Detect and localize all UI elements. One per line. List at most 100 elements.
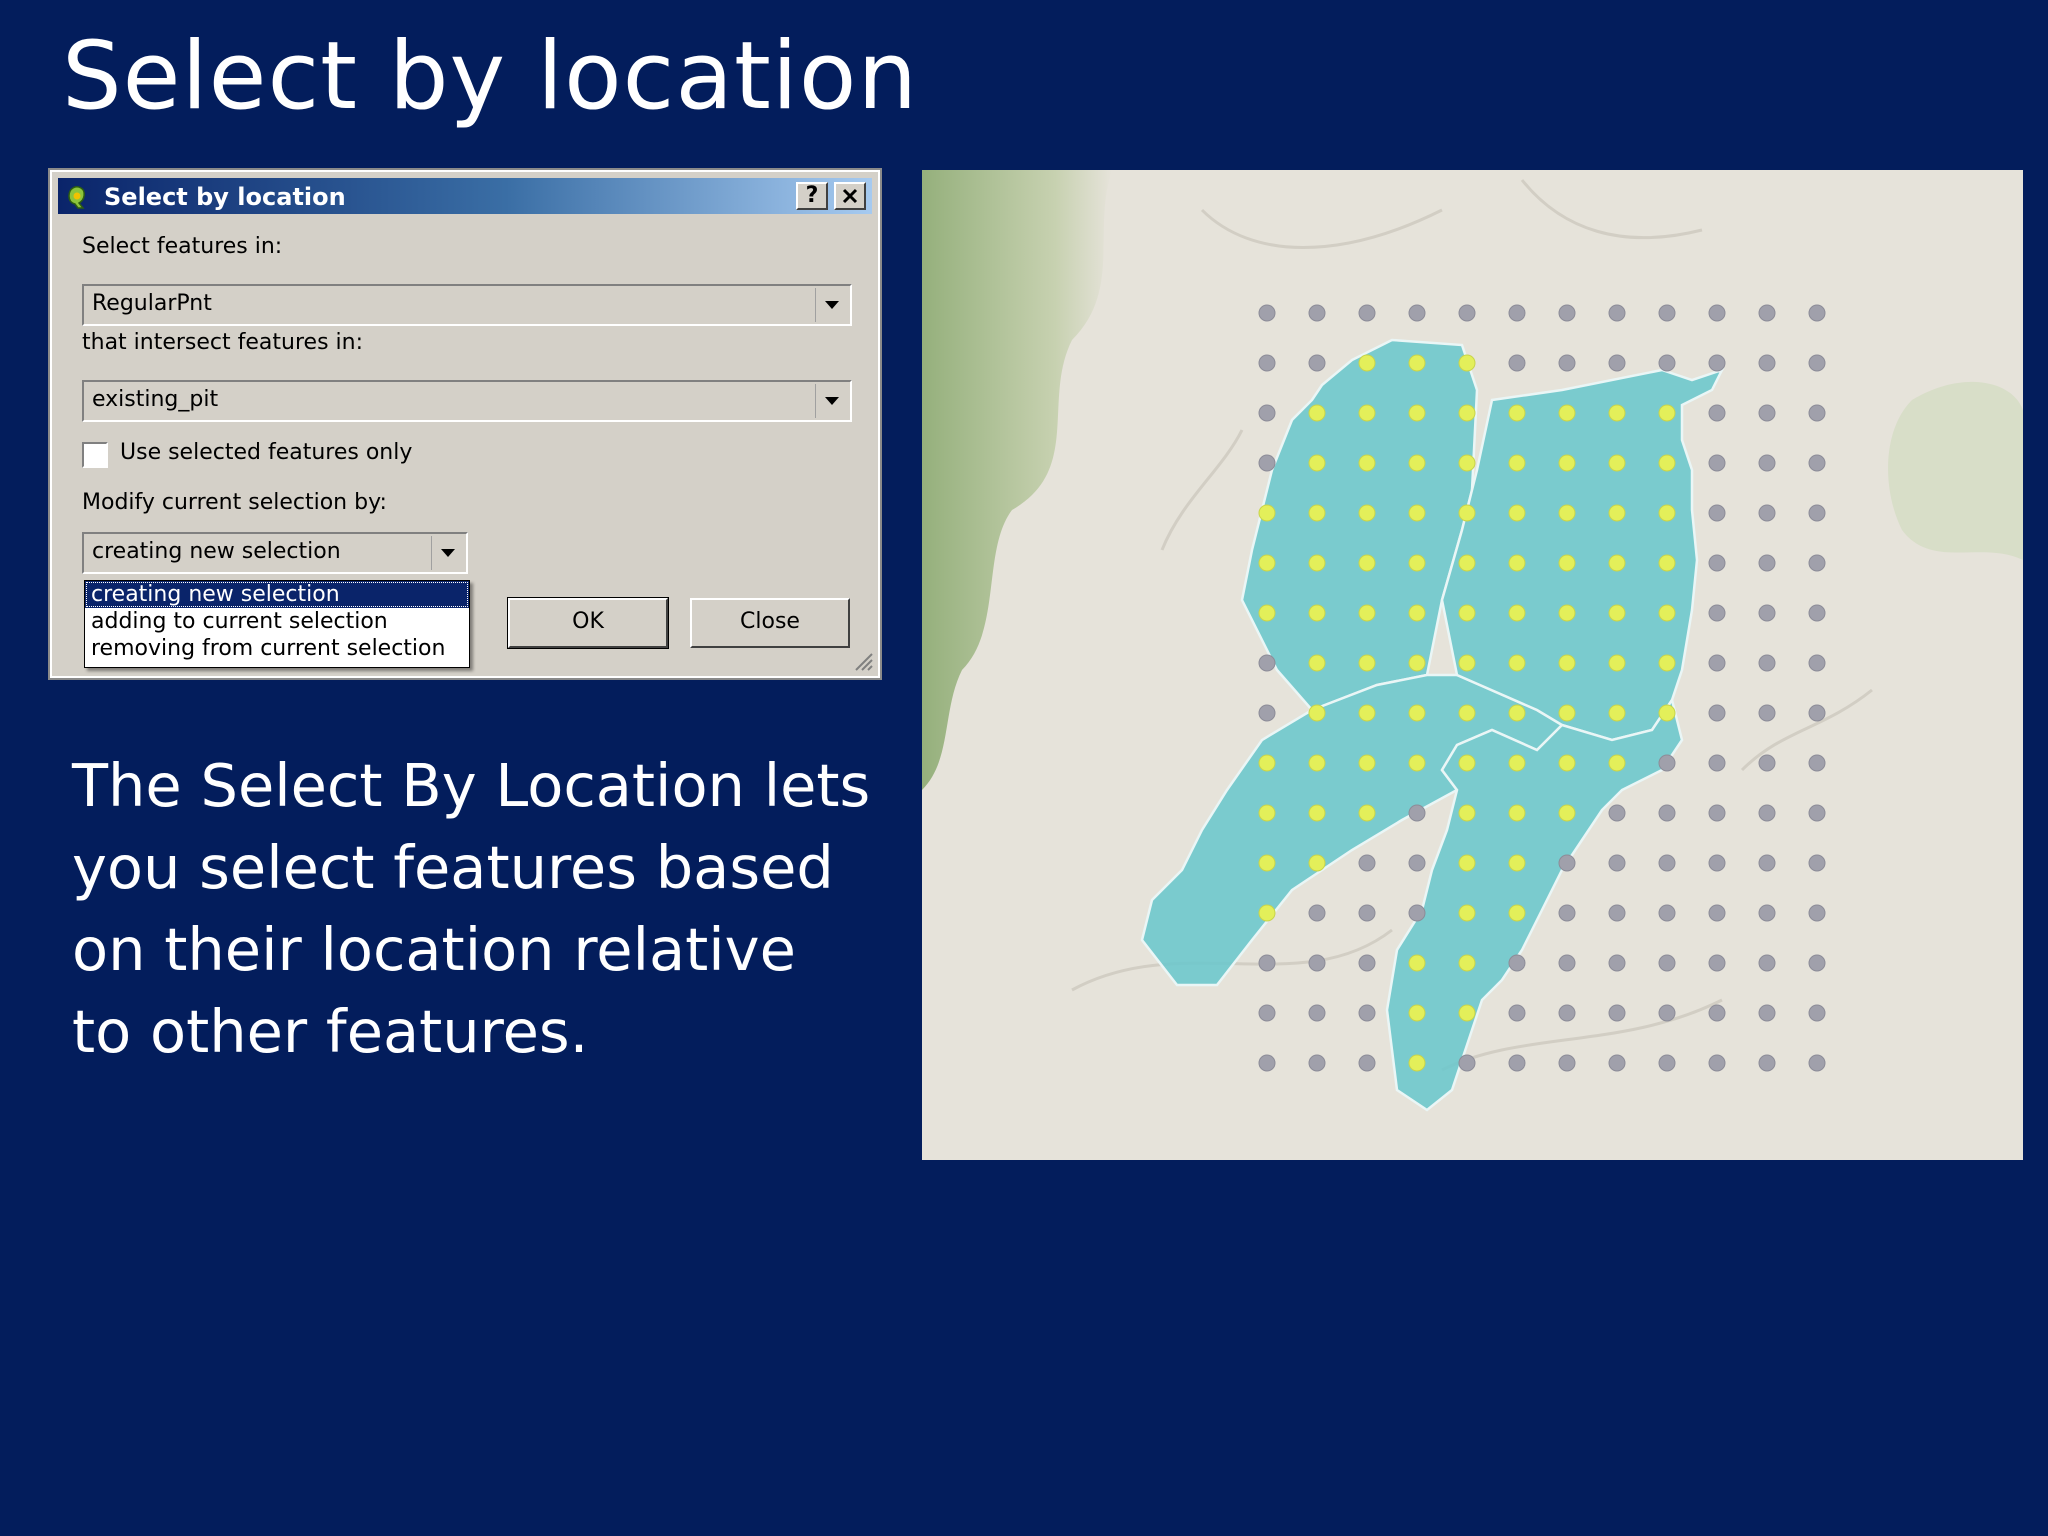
regular-point — [1508, 354, 1526, 372]
selected-point — [1258, 554, 1276, 572]
selected-point — [1508, 804, 1526, 822]
selected-point — [1308, 504, 1326, 522]
selected-point — [1508, 554, 1526, 572]
intersect-label: that intersect features in: — [82, 330, 363, 355]
close-button[interactable]: Close — [690, 598, 850, 648]
dropdown-option-add[interactable]: adding to current selection — [85, 608, 469, 635]
selected-point — [1608, 654, 1626, 672]
regular-point — [1808, 654, 1826, 672]
selected-point — [1458, 404, 1476, 422]
regular-point — [1308, 304, 1326, 322]
select-features-combo[interactable]: RegularPnt — [82, 284, 852, 326]
use-selected-label[interactable]: Use selected features only — [120, 440, 412, 465]
selected-point — [1558, 654, 1576, 672]
selected-point — [1308, 604, 1326, 622]
selected-point — [1408, 1054, 1426, 1072]
regular-point — [1558, 1054, 1576, 1072]
selected-point — [1358, 554, 1376, 572]
selected-point — [1658, 454, 1676, 472]
selected-point — [1458, 904, 1476, 922]
intersect-value: existing_pit — [92, 387, 219, 412]
selected-point — [1458, 954, 1476, 972]
regular-point — [1658, 304, 1676, 322]
selected-point — [1558, 804, 1576, 822]
regular-point — [1658, 954, 1676, 972]
regular-point — [1258, 1054, 1276, 1072]
regular-point — [1758, 504, 1776, 522]
regular-point — [1408, 804, 1426, 822]
chevron-down-icon[interactable] — [815, 288, 848, 322]
selected-point — [1258, 604, 1276, 622]
regular-point — [1358, 1054, 1376, 1072]
regular-point — [1508, 1054, 1526, 1072]
dialog-title: Select by location — [104, 183, 346, 211]
selected-point — [1458, 754, 1476, 772]
selected-point — [1508, 754, 1526, 772]
selected-point — [1308, 654, 1326, 672]
intersect-combo[interactable]: existing_pit — [82, 380, 852, 422]
selected-point — [1308, 404, 1326, 422]
regular-point — [1658, 804, 1676, 822]
regular-point — [1708, 1004, 1726, 1022]
hillshade-terrain-east — [1888, 381, 2023, 560]
ok-button[interactable]: OK — [508, 598, 668, 648]
selected-point — [1658, 604, 1676, 622]
selected-point — [1358, 404, 1376, 422]
regular-point — [1808, 954, 1826, 972]
qgis-icon — [68, 186, 85, 209]
regular-point — [1758, 954, 1776, 972]
regular-point — [1308, 354, 1326, 372]
regular-point — [1708, 1054, 1726, 1072]
regular-point — [1708, 854, 1726, 872]
chevron-down-icon[interactable] — [815, 384, 848, 418]
selected-point — [1408, 404, 1426, 422]
regular-point — [1758, 704, 1776, 722]
regular-point — [1358, 954, 1376, 972]
regular-point — [1708, 904, 1726, 922]
regular-point — [1708, 804, 1726, 822]
regular-point — [1658, 1054, 1676, 1072]
use-selected-checkbox[interactable] — [82, 442, 108, 468]
selected-point — [1408, 654, 1426, 672]
regular-point — [1558, 854, 1576, 872]
regular-point — [1458, 304, 1476, 322]
resize-grip-icon[interactable] — [850, 648, 874, 672]
dropdown-option-remove[interactable]: removing from current selection — [85, 635, 469, 662]
modify-selection-dropdown[interactable]: creating new selection adding to current… — [84, 580, 470, 668]
regular-point — [1658, 854, 1676, 872]
close-window-button[interactable] — [834, 182, 866, 210]
modify-selection-combo[interactable]: creating new selection — [82, 532, 468, 574]
selected-point — [1258, 854, 1276, 872]
selected-point — [1608, 704, 1626, 722]
selected-point — [1408, 754, 1426, 772]
regular-point — [1758, 854, 1776, 872]
regular-point — [1358, 854, 1376, 872]
regular-point — [1808, 354, 1826, 372]
regular-point — [1708, 354, 1726, 372]
regular-point — [1758, 554, 1776, 572]
chevron-down-icon[interactable] — [431, 536, 464, 570]
regular-point — [1708, 504, 1726, 522]
regular-point — [1708, 754, 1726, 772]
dialog-titlebar[interactable]: Select by location ? — [58, 178, 872, 214]
selected-point — [1358, 454, 1376, 472]
help-button[interactable]: ? — [796, 182, 828, 210]
regular-point — [1808, 754, 1826, 772]
regular-point — [1708, 654, 1726, 672]
dropdown-option-new[interactable]: creating new selection — [85, 581, 469, 608]
regular-point — [1708, 554, 1726, 572]
regular-point — [1758, 454, 1776, 472]
close-icon — [842, 188, 858, 204]
selected-point — [1358, 804, 1376, 822]
selected-point — [1508, 504, 1526, 522]
selected-point — [1408, 454, 1426, 472]
regular-point — [1708, 304, 1726, 322]
map-canvas[interactable] — [922, 170, 2023, 1160]
selected-point — [1558, 704, 1576, 722]
regular-point — [1758, 404, 1776, 422]
selected-point — [1658, 654, 1676, 672]
selected-point — [1658, 704, 1676, 722]
selected-point — [1458, 1004, 1476, 1022]
regular-point — [1808, 904, 1826, 922]
selected-point — [1308, 454, 1326, 472]
